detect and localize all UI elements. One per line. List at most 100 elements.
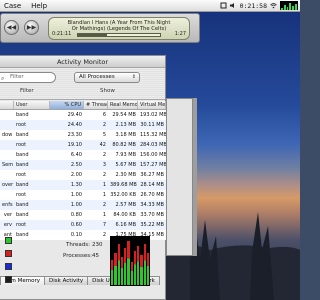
user-color-swatch[interactable] <box>5 237 12 244</box>
cell-name <box>0 120 14 130</box>
cell-cpu: 1.00 <box>70 202 82 208</box>
search-icon: ⌕ <box>1 75 5 82</box>
cell-threads: 3 <box>102 162 106 168</box>
table-row[interactable]: root 24.40 2 2.13 MB 30.11 MB <box>0 120 166 130</box>
cpu-graph-bar <box>146 252 149 285</box>
system-color-swatch[interactable] <box>5 250 12 257</box>
cell-cpu: 2.00 <box>70 172 82 178</box>
cell-threads: 1 <box>102 192 106 198</box>
playback-progress-bar[interactable] <box>77 33 161 37</box>
cell-user: band <box>16 212 29 218</box>
cpu-meter-menu-graph[interactable] <box>280 1 298 10</box>
cell-user: band <box>16 162 29 168</box>
column-header-threads[interactable]: # Threads <box>84 101 108 109</box>
cell-user: band <box>16 202 29 208</box>
cell-vmem: 26.70 MB <box>140 192 164 198</box>
threads-value: 230 <box>92 242 103 248</box>
cell-rmem: 5.67 MB <box>115 162 136 168</box>
cpu-color-swatches <box>5 237 14 289</box>
cell-name <box>0 110 14 120</box>
cell-rmem: 2.13 MB <box>115 122 136 128</box>
cpu-graph-bar <box>117 243 120 285</box>
cell-rmem: 2.57 MB <box>115 202 136 208</box>
cell-vmem: 36.27 MB <box>140 172 164 178</box>
filter-placeholder: Filter <box>10 74 24 80</box>
window-title[interactable]: Activity Monitor <box>0 56 165 68</box>
toolbar: ⌕ Filter Filter All Processes ⇕ Show <box>0 68 165 100</box>
cell-user: root <box>16 192 27 198</box>
process-table: User % CPU # Threads Real Memory Virtual… <box>0 101 166 240</box>
table-row[interactable]: over band 1.30 1 389.68 MB 28.14 MB <box>0 180 166 190</box>
table-row[interactable]: ver band 0.80 1 84.00 KB 33.70 MB <box>0 210 166 220</box>
processes-value: 45 <box>92 253 99 259</box>
column-header-cpu[interactable]: % CPU <box>50 101 84 109</box>
volume-icon[interactable] <box>229 2 237 9</box>
table-row[interactable]: root 1.00 1 352.00 KB 26.70 MB <box>0 190 166 200</box>
cpu-graph-bar <box>124 248 127 285</box>
script-menu-icon[interactable] <box>220 2 227 9</box>
cell-name <box>0 140 14 150</box>
cell-rmem: 2.30 MB <box>115 172 136 178</box>
show-processes-select[interactable]: All Processes ⇕ <box>74 72 140 83</box>
cpu-graph-bar <box>143 243 146 285</box>
column-header-name[interactable] <box>0 101 14 109</box>
filter-field[interactable]: ⌕ Filter <box>0 72 56 83</box>
remaining-time: 1:27 <box>174 31 186 37</box>
airport-icon[interactable] <box>270 2 277 9</box>
table-row[interactable]: root 2.00 2 2.30 MB 36.27 MB <box>0 170 166 180</box>
previous-track-button[interactable]: ◀◀ <box>4 20 19 35</box>
table-row[interactable]: band 29.40 6 29.54 MB 193.02 MB <box>0 110 166 120</box>
nice-color-swatch[interactable] <box>5 263 12 270</box>
cell-rmem: 3.18 MB <box>115 132 136 138</box>
cell-cpu: 24.40 <box>67 122 82 128</box>
meter-bar <box>281 7 283 10</box>
meter-bar <box>292 6 295 10</box>
background-window-edge <box>193 98 197 256</box>
cpu-graph-bar <box>114 252 117 285</box>
cell-rmem: 84.00 KB <box>113 212 136 218</box>
column-header-user[interactable]: User <box>14 101 50 109</box>
cell-name: dow <box>2 132 13 138</box>
menu-bar: Case Help 0:21:58 <box>0 0 300 12</box>
cell-cpu: 1.00 <box>70 192 82 198</box>
menu-help[interactable]: Help <box>31 2 47 10</box>
idle-color-swatch[interactable] <box>5 276 12 283</box>
chevron-updown-icon: ⇕ <box>131 74 136 80</box>
table-row[interactable]: dow band 23.30 5 3.18 MB 115.32 MB <box>0 130 166 140</box>
now-playing-display[interactable]: Blandlan I Hans (A Year From This Night … <box>48 17 190 40</box>
cell-cpu: 2.50 <box>70 162 82 168</box>
cpu-graph-bar <box>111 259 114 285</box>
cell-user: root <box>16 172 27 178</box>
table-row[interactable]: band 6.40 2 7.93 MB 156.00 MB <box>0 150 166 160</box>
cpu-graph-bar <box>130 262 133 285</box>
cell-user: band <box>16 112 29 118</box>
cell-cpu: 29.40 <box>67 112 82 118</box>
cell-threads: 6 <box>102 112 106 118</box>
table-row[interactable]: root 19.10 42 80.82 MB 284.03 MB <box>0 140 166 150</box>
table-row[interactable]: Sem band 2.50 3 5.67 MB 157.27 MB <box>0 160 166 170</box>
cpu-graph-bar <box>140 255 143 285</box>
table-row[interactable]: enfs band 1.00 2 2.57 MB 34.33 MB <box>0 200 166 210</box>
menu-clock[interactable]: 0:21:58 <box>240 2 267 10</box>
column-header-real-memory[interactable]: Real Memory <box>108 101 138 109</box>
cpu-graph-bar <box>120 257 123 285</box>
cell-rmem: 352.00 KB <box>110 192 136 198</box>
menu-app-name[interactable]: Case <box>4 2 21 10</box>
cell-name: ver <box>3 212 12 218</box>
cell-threads: 5 <box>102 132 106 138</box>
background-window[interactable] <box>166 98 193 256</box>
cell-name <box>0 150 14 160</box>
column-header-virtual-memory[interactable]: Virtual Memory <box>138 101 166 109</box>
cell-rmem: 389.68 MB <box>110 182 137 188</box>
cell-name: enfs <box>2 202 13 208</box>
cell-threads: 2 <box>102 122 106 128</box>
cpu-panel: Threads: 230 Processes: 45 <box>0 228 166 300</box>
cell-rmem: 7.93 MB <box>115 152 136 158</box>
table-body: band 29.40 6 29.54 MB 193.02 MB root 24.40 2 2.1… <box>0 110 166 240</box>
menu-extras: 0:21:58 <box>220 0 298 11</box>
cell-user: root <box>16 142 27 148</box>
play-pause-button[interactable]: ▶▶ <box>24 20 39 35</box>
meter-bar <box>283 5 286 10</box>
cell-vmem: 157.27 MB <box>140 162 166 168</box>
cell-cpu: 19.10 <box>67 142 82 148</box>
